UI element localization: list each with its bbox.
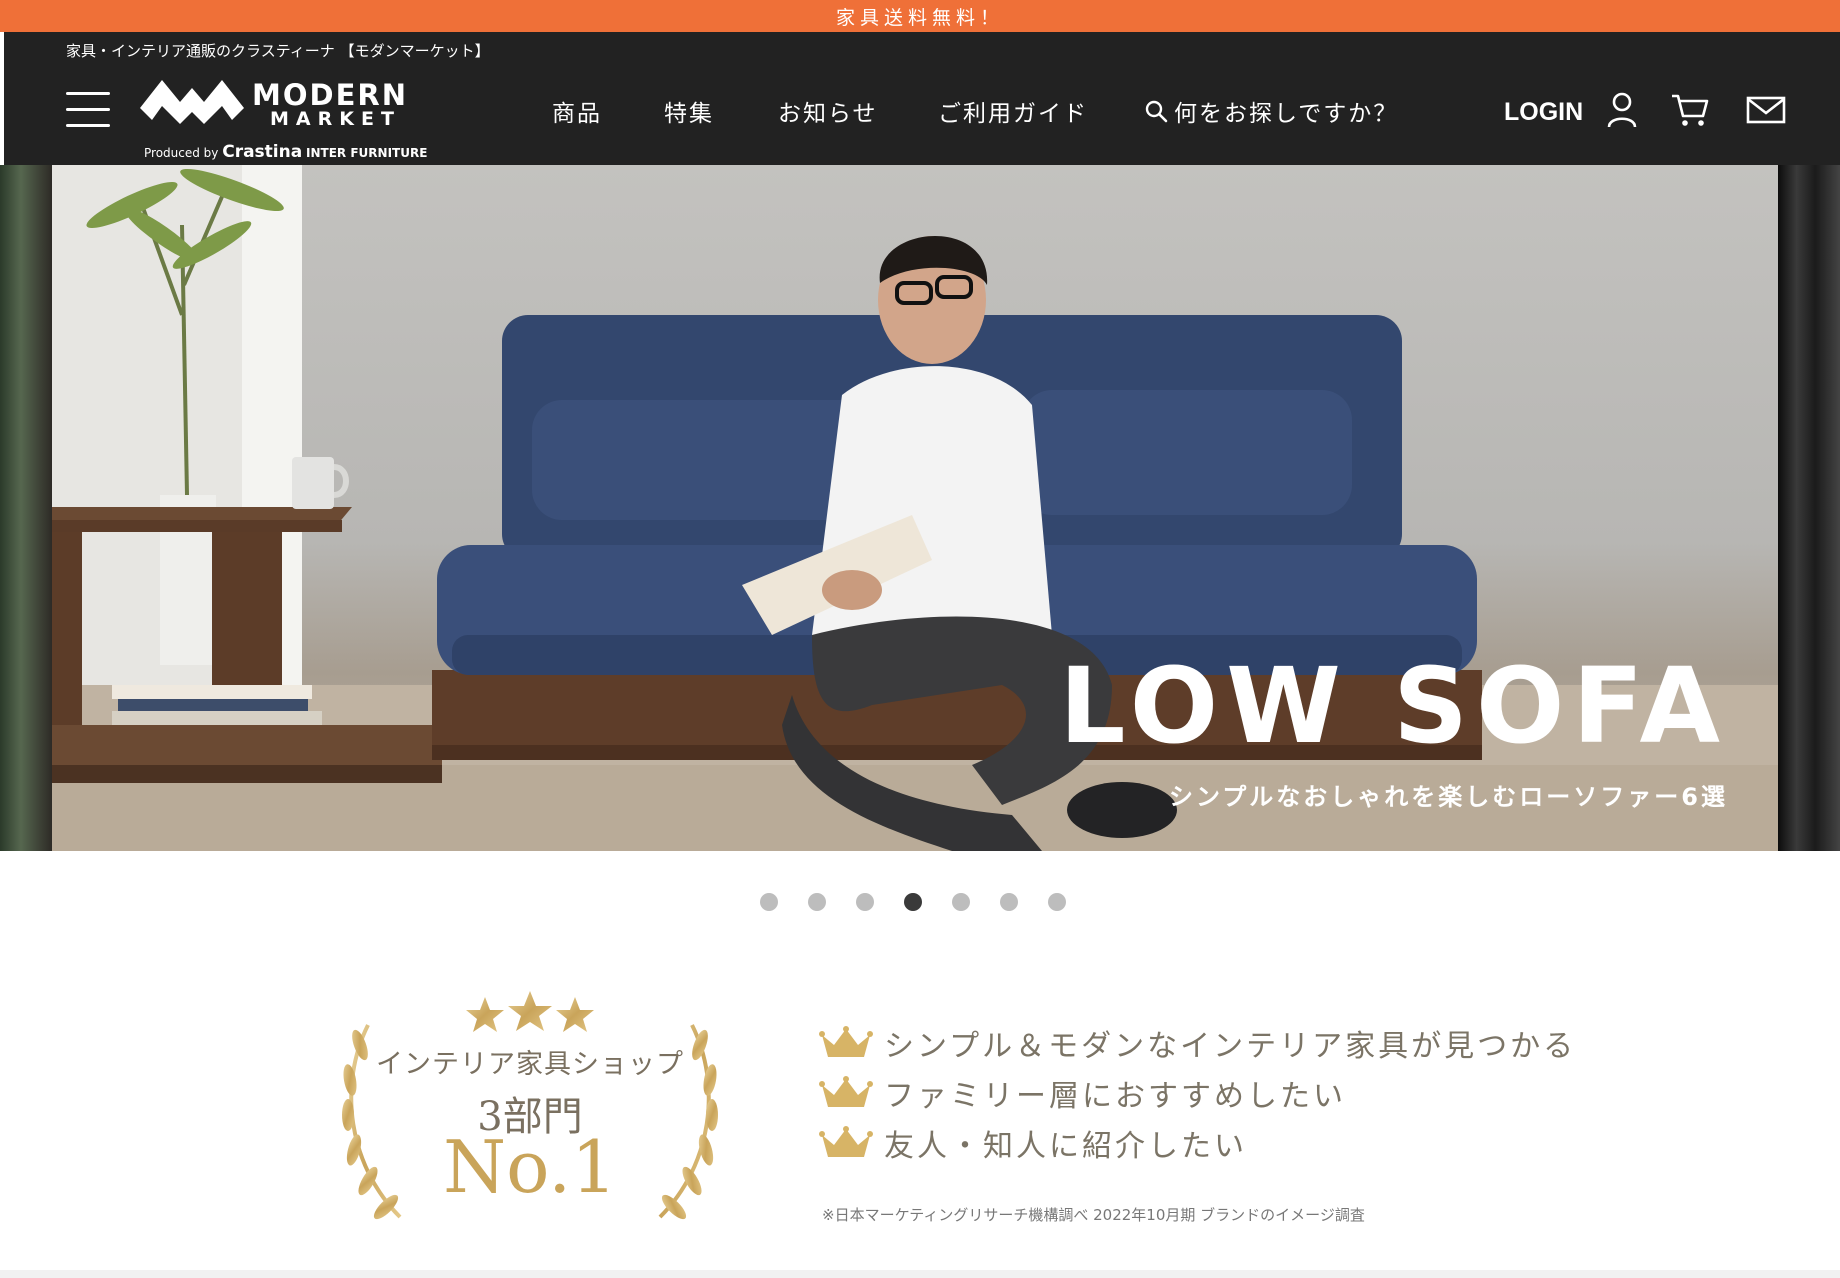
hero-carousel[interactable]: LOW SOFA シンプルなおしゃれを楽しむローソファー6選 <box>0 165 1840 851</box>
crown-icon <box>819 1026 873 1057</box>
menu-icon[interactable] <box>66 92 110 128</box>
carousel-dot[interactable] <box>1048 893 1066 911</box>
logo-produced-by: Produced by Crastina INTER FURNITURE <box>144 142 427 162</box>
logo-mark-icon <box>140 80 244 124</box>
crown-icon <box>819 1126 873 1157</box>
carousel-dot[interactable] <box>1000 893 1018 911</box>
logo-brand-suffix: INTER FURNITURE <box>306 146 428 160</box>
carousel-dot-active[interactable] <box>904 893 922 911</box>
logo-produced-label: Produced by <box>144 146 219 160</box>
carousel-dot[interactable] <box>808 893 826 911</box>
award-title: インテリア家具ショップ <box>376 1049 684 1080</box>
list-item: シンプル＆モダンなインテリア家具が見つかる <box>818 1018 1576 1068</box>
award-features-list: シンプル＆モダンなインテリア家具が見つかる ファミリー層におすすめしたい 友人・… <box>818 1018 1576 1168</box>
logo-brand: Crastina <box>222 142 303 162</box>
mail-icon[interactable] <box>1746 96 1786 128</box>
carousel-dot[interactable] <box>856 893 874 911</box>
award-rank: No.1 <box>443 1125 617 1209</box>
site-tagline: 家具・インテリア通販のクラスティーナ 【モダンマーケット】 <box>66 42 490 60</box>
carousel-dots <box>760 893 1096 911</box>
logo-text-modern: MODERN <box>252 78 408 112</box>
search-field[interactable]: 何をお探しですか？ <box>1144 94 1398 128</box>
promo-bar: 家具送料無料！ <box>0 0 1840 32</box>
logo-text-market: MARKET <box>270 108 401 130</box>
promo-text: 家具送料無料！ <box>835 6 1004 29</box>
nav-features[interactable]: 特集 <box>664 94 714 128</box>
hero-title: LOW SOFA <box>1059 645 1728 767</box>
cart-icon[interactable] <box>1670 92 1710 132</box>
survey-note: ※日本マーケティングリサーチ機構調べ 2022年10月期 ブランドのイメージ調査 <box>822 1206 1365 1224</box>
crown-icon <box>819 1076 873 1107</box>
hero-slide[interactable]: LOW SOFA シンプルなおしゃれを楽しむローソファー6選 <box>52 165 1778 851</box>
award-badge: インテリア家具ショップ 3部門 No.1 <box>320 985 740 1225</box>
login-link[interactable]: LOGIN <box>1504 98 1583 127</box>
hero-subtitle: シンプルなおしゃれを楽しむローソファー6選 <box>1169 783 1728 811</box>
feature-text: ファミリー層におすすめしたい <box>884 1079 1346 1114</box>
site-header: 家具・インテリア通販のクラスティーナ 【モダンマーケット】 MODERN MAR… <box>4 32 1840 165</box>
nav-news[interactable]: お知らせ <box>778 94 878 128</box>
carousel-dot[interactable] <box>760 893 778 911</box>
feature-text: シンプル＆モダンなインテリア家具が見つかる <box>884 1029 1577 1064</box>
next-slide-peek[interactable] <box>1778 165 1840 851</box>
search-icon <box>1145 100 1168 123</box>
search-placeholder: 何をお探しですか？ <box>1174 101 1399 127</box>
feature-text: 友人・知人に紹介したい <box>884 1129 1247 1164</box>
carousel-dot[interactable] <box>952 893 970 911</box>
nav-guide[interactable]: ご利用ガイド <box>938 94 1088 128</box>
nav-products[interactable]: 商品 <box>552 94 602 128</box>
section-divider <box>0 1270 1840 1278</box>
list-item: ファミリー層におすすめしたい <box>818 1068 1576 1118</box>
user-icon[interactable] <box>1606 92 1638 132</box>
list-item: 友人・知人に紹介したい <box>818 1118 1576 1168</box>
site-logo[interactable]: MODERN MARKET Produced by Crastina INTER… <box>140 78 427 162</box>
previous-slide-peek[interactable] <box>0 165 52 851</box>
